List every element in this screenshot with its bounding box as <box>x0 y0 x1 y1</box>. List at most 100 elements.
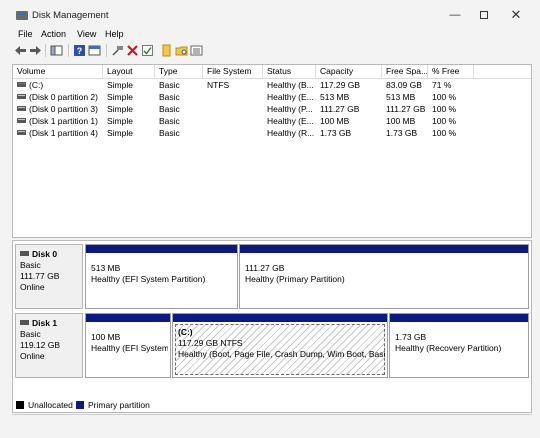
disk-icon <box>20 251 29 256</box>
check-icon[interactable] <box>141 44 154 57</box>
volume-free-space: 100 MB <box>386 116 416 126</box>
back-arrow-icon[interactable] <box>14 44 27 57</box>
volume-type: Basic <box>159 116 180 126</box>
volume-capacity: 513 MB <box>320 92 350 102</box>
delete-icon[interactable] <box>126 44 139 57</box>
legend-unallocated: Unallocated <box>28 400 73 410</box>
disk-graphical-view: Disk 0 Basic 111.77 GB Online 513 MB Hea… <box>12 240 532 413</box>
menu-view[interactable]: View <box>77 29 96 39</box>
column-header-free-space[interactable]: Free Spa... <box>382 65 428 79</box>
column-header-type[interactable]: Type <box>155 65 203 79</box>
volume-row[interactable]: (Disk 1 partition 1) Simple Basic Health… <box>13 115 531 127</box>
volume-percent-free: 71 % <box>432 80 452 90</box>
menu-action[interactable]: Action <box>41 29 66 39</box>
disk-0-partition-primary[interactable]: 111.27 GB Healthy (Primary Partition) <box>239 244 529 309</box>
menu-help[interactable]: Help <box>105 29 124 39</box>
volume-icon <box>17 118 26 123</box>
list-view-icon[interactable] <box>190 44 203 57</box>
disk-name: Disk 1 <box>32 318 58 328</box>
explore-folder-icon[interactable] <box>175 44 188 57</box>
volume-capacity: 100 MB <box>320 116 350 126</box>
volume-row[interactable]: (C:) Simple Basic NTFS Healthy (B... 117… <box>13 79 531 91</box>
forward-arrow-icon[interactable] <box>29 44 42 57</box>
column-header-status[interactable]: Status <box>263 65 316 79</box>
partition-status: Healthy (EFI System <box>91 343 168 353</box>
svg-text:?: ? <box>77 46 83 56</box>
volume-layout: Simple <box>107 104 133 114</box>
volume-icon <box>17 130 26 135</box>
partition-size: 100 MB <box>91 332 121 342</box>
volume-file-system <box>203 115 263 127</box>
volume-percent-free: 100 % <box>432 116 457 126</box>
partition-title: (C:) <box>178 327 193 337</box>
open-folder-icon[interactable] <box>160 44 173 57</box>
volume-status: Healthy (E... <box>267 116 314 126</box>
volume-name: (Disk 1 partition 1) <box>29 116 98 126</box>
help-icon[interactable]: ? <box>73 44 86 57</box>
volume-type: Basic <box>159 104 180 114</box>
disk-management-icon <box>16 11 28 20</box>
title-bar: Disk Management — ✕ <box>0 0 540 30</box>
volume-percent-free: 100 % <box>432 104 457 114</box>
console-tree-icon[interactable] <box>50 44 63 57</box>
disk-0-partition-efi[interactable]: 513 MB Healthy (EFI System Partition) <box>85 244 238 309</box>
partition-size: 1.73 GB <box>395 332 427 342</box>
volume-file-system <box>203 103 263 115</box>
column-header-capacity[interactable]: Capacity <box>316 65 382 79</box>
volume-row[interactable]: (Disk 0 partition 3) Simple Basic Health… <box>13 103 531 115</box>
volume-icon <box>17 94 26 99</box>
column-header-blank <box>474 65 531 79</box>
disk-0-label[interactable]: Disk 0 Basic 111.77 GB Online <box>15 244 83 309</box>
disk-1-partition-recovery[interactable]: 1.73 GB Healthy (Recovery Partition) <box>389 313 529 378</box>
volume-row[interactable]: (Disk 1 partition 4) Simple Basic Health… <box>13 127 531 139</box>
status-bar <box>12 414 532 428</box>
menu-file[interactable]: File <box>18 29 33 39</box>
volume-file-system <box>203 91 263 103</box>
volume-free-space: 513 MB <box>386 92 416 102</box>
unallocated-swatch <box>16 401 24 409</box>
volume-type: Basic <box>159 92 180 102</box>
volume-layout: Simple <box>107 92 133 102</box>
connect-icon[interactable] <box>111 44 124 57</box>
volume-percent-free: 100 % <box>432 92 457 102</box>
properties-icon[interactable] <box>88 44 101 57</box>
volume-name: (Disk 1 partition 4) <box>29 128 98 138</box>
volume-status: Healthy (B... <box>267 80 314 90</box>
menu-bar: File Action View Help <box>0 27 540 42</box>
volume-layout: Simple <box>107 80 133 90</box>
maximize-icon <box>480 11 488 19</box>
column-header-volume[interactable]: Volume <box>13 65 103 79</box>
disk-state: Online <box>20 282 45 292</box>
volume-row[interactable]: (Disk 0 partition 2) Simple Basic Health… <box>13 91 531 103</box>
volume-free-space: 83.09 GB <box>386 80 422 90</box>
volume-name: (Disk 0 partition 2) <box>29 92 98 102</box>
maximize-button[interactable] <box>474 6 494 24</box>
column-header-percent-free[interactable]: % Free <box>428 65 474 79</box>
minimize-button[interactable]: — <box>445 6 465 24</box>
legend-primary-partition: Primary partition <box>88 400 150 410</box>
disk-1-label[interactable]: Disk 1 Basic 119.12 GB Online <box>15 313 83 378</box>
system-volume-icon <box>17 82 26 87</box>
volume-free-space: 111.27 GB <box>386 104 426 114</box>
disk-type: Basic <box>20 260 41 270</box>
volume-status: Healthy (P... <box>267 104 313 114</box>
volume-file-system: NTFS <box>207 80 230 90</box>
disk-1-partition-efi[interactable]: 100 MB Healthy (EFI System <box>85 313 171 378</box>
volume-status: Healthy (R... <box>267 128 315 138</box>
partition-size: 117.29 GB NTFS <box>178 338 243 348</box>
volume-capacity: 111.27 GB <box>320 104 360 114</box>
column-header-file-system[interactable]: File System <box>203 65 263 79</box>
disk-type: Basic <box>20 329 41 339</box>
partition-status: Healthy (Recovery Partition) <box>395 343 502 353</box>
partition-status: Healthy (Boot, Page File, Crash Dump, Wi… <box>178 349 385 359</box>
volume-file-system <box>203 127 263 139</box>
volume-layout: Simple <box>107 116 133 126</box>
disk-size: 119.12 GB <box>20 340 61 350</box>
close-button[interactable]: ✕ <box>506 6 526 24</box>
partition-size: 513 MB <box>91 263 121 273</box>
primary-partition-swatch <box>76 401 84 409</box>
disk-1-partition-c-selected[interactable]: (C:) 117.29 GB NTFS Healthy (Boot, Page … <box>172 313 388 378</box>
column-header-layout[interactable]: Layout <box>103 65 155 79</box>
volume-icon <box>17 106 26 111</box>
partition-size: 111.27 GB <box>245 263 285 273</box>
